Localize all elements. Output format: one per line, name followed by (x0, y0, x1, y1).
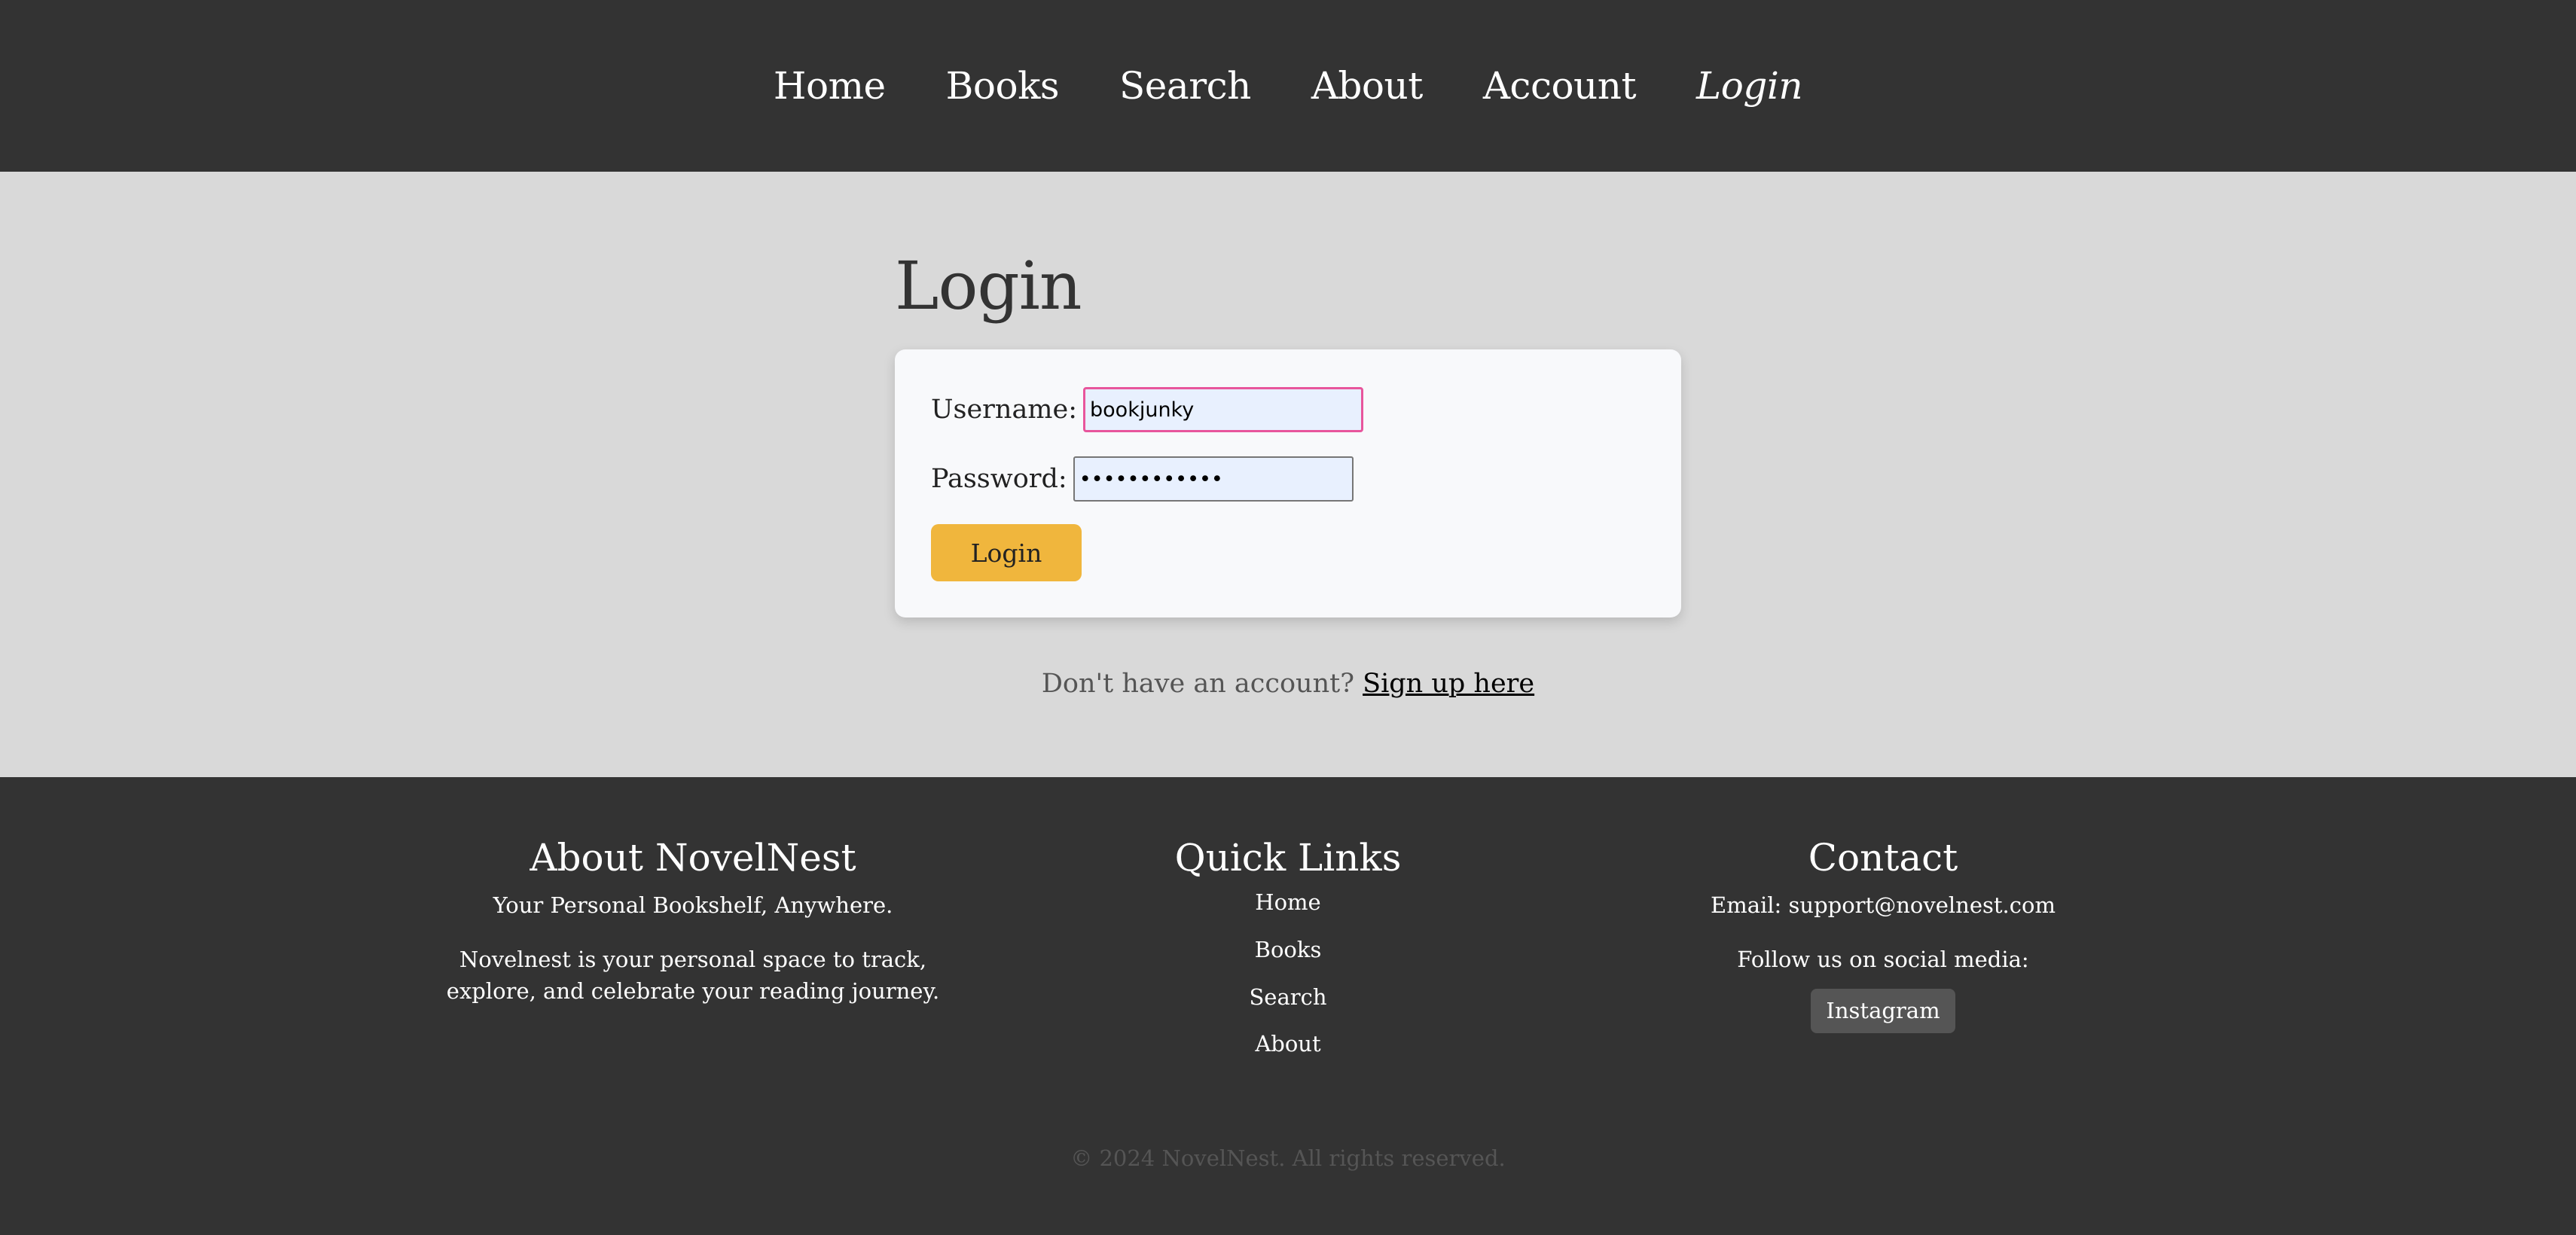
footer-links-heading: Quick Links (1174, 836, 1402, 880)
password-label: Password: (931, 464, 1067, 494)
site-header: Home Books Search About Account Login (0, 0, 2576, 172)
footer-email: Email: support@novelnest.com (1711, 892, 2056, 918)
footer-link-search[interactable]: Search (1249, 984, 1326, 1010)
login-form: Username: Password: Login (895, 349, 1681, 618)
instagram-button[interactable]: Instagram (1811, 989, 1955, 1033)
login-button[interactable]: Login (931, 524, 1082, 581)
footer-link-about[interactable]: About (1255, 1031, 1320, 1057)
username-row: Username: (931, 387, 1364, 432)
footer-quick-links: Quick Links Home Books Search About (1085, 837, 1491, 1078)
nav-link-home[interactable]: Home (774, 64, 886, 108)
nav-link-account[interactable]: Account (1483, 64, 1637, 108)
footer-link-books[interactable]: Books (1255, 937, 1322, 962)
page-title: Login (895, 247, 1082, 325)
footer-tagline: Your Personal Bookshelf, Anywhere. (493, 892, 893, 918)
footer-description: Novelnest is your personal space to trac… (446, 947, 940, 1005)
nav-list: Home Books Search About Account Login (0, 0, 2576, 172)
site-footer: About NovelNest Your Personal Bookshelf,… (0, 777, 2576, 1235)
nav-link-about[interactable]: About (1311, 64, 1424, 108)
footer-about-heading: About NovelNest (530, 836, 856, 880)
username-input[interactable] (1083, 387, 1364, 432)
copyright: © 2024 NovelNest. All rights reserved. (1070, 1145, 1506, 1171)
nav-link-login[interactable]: Login (1696, 64, 1803, 108)
footer-contact: Contact Email: support@novelnest.com Fol… (1612, 837, 2154, 1033)
signup-prompt-line: Don't have an account? Sign up here (0, 669, 2576, 699)
signup-link[interactable]: Sign up here (1363, 669, 1534, 699)
footer-social-prompt: Follow us on social media: (1737, 947, 2029, 973)
nav-link-books[interactable]: Books (946, 64, 1060, 108)
footer-about: About NovelNest Your Personal Bookshelf,… (422, 837, 964, 1029)
password-input[interactable] (1073, 456, 1354, 502)
username-label: Username: (931, 395, 1078, 425)
footer-contact-heading: Contact (1808, 836, 1958, 880)
nav-link-search[interactable]: Search (1119, 64, 1251, 108)
main-content: Login Username: Password: Login Don't ha… (0, 172, 2576, 777)
quick-links-list: Home Books Search About (1085, 889, 1491, 1057)
signup-prompt: Don't have an account? (1041, 669, 1354, 699)
footer-link-home[interactable]: Home (1255, 889, 1320, 915)
password-row: Password: (931, 456, 1354, 502)
